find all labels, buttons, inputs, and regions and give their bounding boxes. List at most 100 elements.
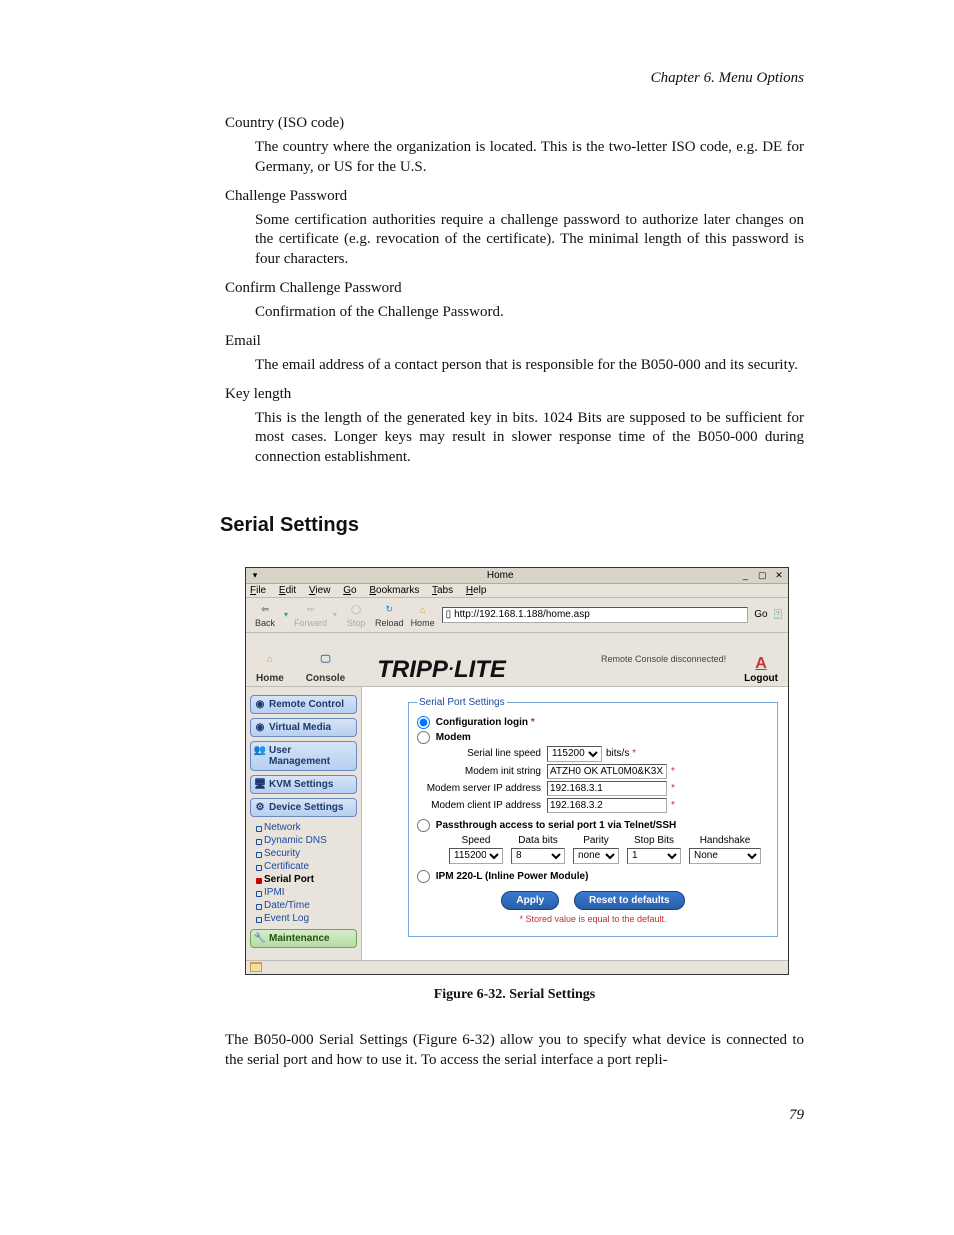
radio-configuration-login-label: Configuration login [436, 717, 528, 728]
sidebar-item-virtual-media[interactable]: ◉ Virtual Media [250, 718, 357, 737]
hdr-stopbits: Stop Bits [627, 835, 681, 846]
subitem-network[interactable]: Network [254, 821, 357, 834]
desc-email: The email address of a contact person th… [255, 356, 804, 376]
sidebar-item-kvm-settings[interactable]: 🖥 KVM Settings [250, 775, 357, 794]
menu-bookmarks[interactable]: Bookmarks [369, 585, 419, 596]
logout-button[interactable]: A Logout [744, 655, 778, 684]
sidebar-item-remote-control[interactable]: ◉ Remote Control [250, 695, 357, 714]
desc-keylen: This is the length of the generated key … [255, 409, 804, 468]
remote-console-status: Remote Console disconnected! [601, 654, 744, 664]
radio-ipm[interactable] [417, 870, 430, 883]
sidebar-item-maintenance[interactable]: 🔧 Maintenance [250, 929, 357, 948]
forward-dropdown-icon[interactable]: ▾ [333, 610, 337, 619]
back-dropdown-icon[interactable]: ▾ [284, 610, 288, 619]
group-legend: Serial Port Settings [417, 697, 507, 708]
url-input[interactable]: ▯ http://192.168.1.188/home.asp [442, 607, 749, 623]
sidebar-label: KVM Settings [269, 779, 333, 790]
pass-speed-select[interactable]: 115200 [449, 848, 503, 864]
back-label: Back [255, 618, 275, 628]
radio-passthrough[interactable] [417, 819, 430, 832]
figure-caption: Figure 6-32. Serial Settings [225, 987, 804, 1003]
user-icon: 👥 [253, 744, 267, 758]
menu-tabs[interactable]: Tabs [432, 585, 453, 596]
hdr-speed: Speed [449, 835, 503, 846]
main-panel: Serial Port Settings Configuration login… [362, 687, 788, 960]
home-button[interactable]: ⌂ Home [410, 602, 436, 628]
sidebar: ◉ Remote Control ◉ Virtual Media 👥 User … [246, 687, 362, 960]
modem-init-label: Modem init string [417, 766, 547, 777]
subitem-dynamic-dns[interactable]: Dynamic DNS [254, 834, 357, 847]
maximize-icon[interactable]: ▢ [755, 569, 769, 581]
console-label: Console [306, 673, 345, 684]
forward-button[interactable]: ⇨ Forward [294, 602, 327, 628]
subitem-event-log[interactable]: Event Log [254, 912, 357, 925]
apply-button[interactable]: Apply [501, 891, 559, 910]
screenshot-window: ▾ Home _ ▢ ✕ File Edit View Go Bookmarks… [245, 567, 789, 975]
desc-confirm: Confirmation of the Challenge Password. [255, 303, 804, 323]
radio-modem-label: Modem [436, 732, 471, 743]
hdr-parity: Parity [573, 835, 619, 846]
url-text: http://192.168.1.188/home.asp [454, 609, 590, 620]
modem-client-ip-input[interactable] [547, 798, 667, 813]
pass-databits-select[interactable]: 8 [511, 848, 565, 864]
radio-modem[interactable] [417, 731, 430, 744]
throbber-icon: ⍰ [774, 606, 782, 623]
home-label: Home [411, 618, 435, 628]
sidebar-item-device-settings[interactable]: ⚙ Device Settings [250, 798, 357, 817]
subitem-certificate[interactable]: Certificate [254, 860, 357, 873]
menubar[interactable]: File Edit View Go Bookmarks Tabs Help [246, 584, 788, 598]
forward-icon: ⇨ [302, 602, 320, 618]
serial-line-speed-select[interactable]: 115200 [547, 746, 602, 762]
minimize-icon[interactable]: _ [738, 569, 752, 581]
term-country: Country (ISO code) [225, 115, 804, 132]
reload-label: Reload [375, 618, 404, 628]
back-icon: ⇦ [256, 602, 274, 618]
app-home-button[interactable]: ⌂ Home [256, 649, 284, 684]
modem-server-ip-label: Modem server IP address [417, 783, 547, 794]
sidebar-label: Remote Control [269, 699, 344, 710]
subitem-ipmi[interactable]: IPMI [254, 886, 357, 899]
radio-ipm-label: IPM 220-L (Inline Power Module) [436, 871, 589, 882]
forward-label: Forward [294, 618, 327, 628]
stop-button[interactable]: ◯ Stop [343, 602, 369, 628]
toolbar: ⇦ Back ▾ ⇨ Forward ▾ ◯ Stop ↻ Reload [246, 598, 788, 633]
asterisk-icon: * [531, 717, 535, 728]
modem-server-ip-input[interactable] [547, 781, 667, 796]
go-button[interactable]: Go [754, 609, 767, 620]
menu-edit[interactable]: Edit [279, 585, 296, 596]
pass-parity-select[interactable]: none [573, 848, 619, 864]
modem-init-input[interactable] [547, 764, 667, 779]
menu-file[interactable]: File [250, 585, 266, 596]
pass-handshake-select[interactable]: None [689, 848, 761, 864]
asterisk-icon: * [667, 766, 675, 777]
brand-text: TRIPP·LITE [377, 656, 506, 684]
pass-stopbits-select[interactable]: 1 [627, 848, 681, 864]
reset-defaults-button[interactable]: Reset to defaults [574, 891, 685, 910]
subitem-datetime[interactable]: Date/Time [254, 899, 357, 912]
back-button[interactable]: ⇦ Back [252, 602, 278, 628]
sidebar-label: User Management [269, 745, 330, 767]
home-icon: ⌂ [414, 602, 432, 618]
radio-configuration-login[interactable] [417, 716, 430, 729]
subitem-security[interactable]: Security [254, 847, 357, 860]
app-console-button[interactable]: 🖵 Console [306, 649, 345, 684]
sidebar-label: Virtual Media [269, 722, 331, 733]
serial-port-settings-group: Serial Port Settings Configuration login… [408, 697, 778, 937]
console-icon: 🖵 [315, 649, 337, 671]
body-paragraph: The B050-000 Serial Settings (Figure 6-3… [225, 1031, 804, 1071]
window-menu-icon[interactable]: ▾ [248, 569, 262, 581]
sidebar-label: Maintenance [269, 933, 330, 944]
reload-button[interactable]: ↻ Reload [375, 602, 404, 628]
browser-statusbar [246, 960, 788, 974]
subitem-serial-port[interactable]: Serial Port [254, 873, 357, 886]
section-heading: Serial Settings [220, 514, 804, 537]
hdr-handshake: Handshake [689, 835, 761, 846]
menu-go[interactable]: Go [343, 585, 356, 596]
folder-icon [250, 962, 262, 972]
close-icon[interactable]: ✕ [772, 569, 786, 581]
menu-view[interactable]: View [309, 585, 331, 596]
hdr-databits: Data bits [511, 835, 565, 846]
sidebar-item-user-management[interactable]: 👥 User Management [250, 741, 357, 771]
reload-icon: ↻ [380, 602, 398, 618]
menu-help[interactable]: Help [466, 585, 487, 596]
